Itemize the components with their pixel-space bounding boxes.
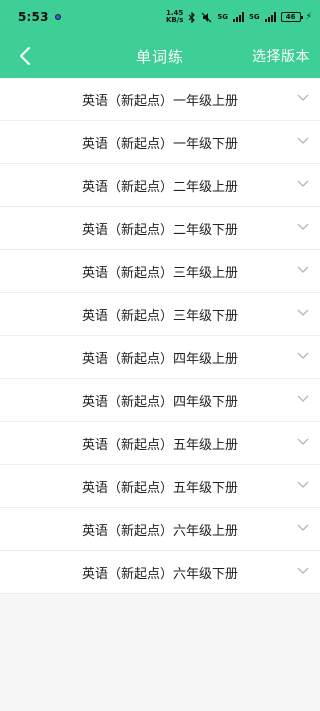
nav-bar: 单词练 选择版本 — [0, 34, 320, 78]
app-notification-icon — [54, 14, 61, 20]
list-item-label: 英语（新起点）五年级下册 — [81, 480, 238, 496]
chevron-down-icon — [297, 266, 309, 273]
list-item-label: 英语（新起点）一年级上册 — [81, 93, 238, 109]
chevron-down-icon — [297, 223, 309, 230]
network-type-label: 5G — [217, 12, 229, 21]
list-item-label: 英语（新起点）六年级上册 — [81, 523, 238, 539]
chevron-down-icon — [297, 352, 309, 359]
network-speed: 1.45 KB/s — [166, 10, 183, 24]
list-item-label: 英语（新起点）二年级上册 — [81, 179, 238, 195]
back-button[interactable] — [14, 44, 38, 68]
chevron-down-icon — [297, 567, 309, 574]
list-item-label: 英语（新起点）六年级下册 — [81, 566, 238, 582]
chevron-down-icon — [297, 309, 309, 316]
list-item[interactable]: 英语（新起点）三年级下册 — [0, 293, 320, 336]
battery-icon: 46 — [280, 12, 303, 22]
list-item-label: 英语（新起点）三年级上册 — [81, 265, 238, 281]
list-item[interactable]: 英语（新起点）二年级上册 — [0, 164, 320, 207]
network-speed-unit: KB/s — [165, 16, 184, 24]
status-left: 5:53 — [18, 10, 61, 24]
list-item[interactable]: 英语（新起点）五年级上册 — [0, 422, 320, 465]
list-item-label: 英语（新起点）二年级下册 — [81, 222, 238, 238]
list-item[interactable]: 英语（新起点）一年级上册 — [0, 78, 320, 121]
list-item[interactable]: 英语（新起点）四年级上册 — [0, 336, 320, 379]
chevron-down-icon — [297, 180, 309, 187]
select-version-button[interactable]: 选择版本 — [252, 46, 310, 66]
book-list: 英语（新起点）一年级上册 英语（新起点）一年级下册 英语（新起点）二年级上册 英… — [0, 78, 320, 594]
chevron-down-icon — [297, 94, 309, 101]
network-type-label: 5G — [249, 12, 260, 21]
list-item-label: 英语（新起点）三年级下册 — [81, 308, 238, 324]
chevron-down-icon — [297, 137, 309, 144]
list-item-label: 英语（新起点）一年级下册 — [81, 136, 238, 152]
page-title: 单词练 — [135, 47, 184, 66]
signal-icon — [264, 12, 276, 22]
list-item[interactable]: 英语（新起点）一年级下册 — [0, 121, 320, 164]
list-item[interactable]: 英语（新起点）六年级上册 — [0, 508, 320, 551]
chevron-down-icon — [297, 524, 309, 531]
network-type-2: 5G — [249, 12, 260, 21]
list-item[interactable]: 英语（新起点）四年级下册 — [0, 379, 320, 422]
list-item[interactable]: 英语（新起点）三年级上册 — [0, 250, 320, 293]
network-type-1: 5G — [217, 12, 229, 21]
chevron-down-icon — [297, 395, 309, 402]
list-item-label: 英语（新起点）五年级上册 — [81, 437, 238, 453]
list-item[interactable]: 英语（新起点）六年级下册 — [0, 551, 320, 594]
chevron-down-icon — [297, 438, 309, 445]
list-item-label: 英语（新起点）四年级上册 — [81, 351, 238, 367]
charging-icon: ⚡ — [305, 12, 312, 22]
list-item[interactable]: 英语（新起点）五年级下册 — [0, 465, 320, 508]
battery-level: 46 — [285, 13, 296, 21]
status-time: 5:53 — [18, 10, 49, 24]
list-item-label: 英语（新起点）四年级下册 — [81, 394, 238, 410]
list-item[interactable]: 英语（新起点）二年级下册 — [0, 207, 320, 250]
status-bar: 5:53 1.45 KB/s 5G 5G 46 ⚡ — [0, 0, 320, 34]
signal-icon — [233, 12, 245, 22]
bluetooth-icon — [188, 11, 196, 23]
chevron-down-icon — [297, 481, 309, 488]
status-right: 1.45 KB/s 5G 5G 46 ⚡ — [166, 10, 312, 24]
mute-icon — [201, 12, 212, 22]
